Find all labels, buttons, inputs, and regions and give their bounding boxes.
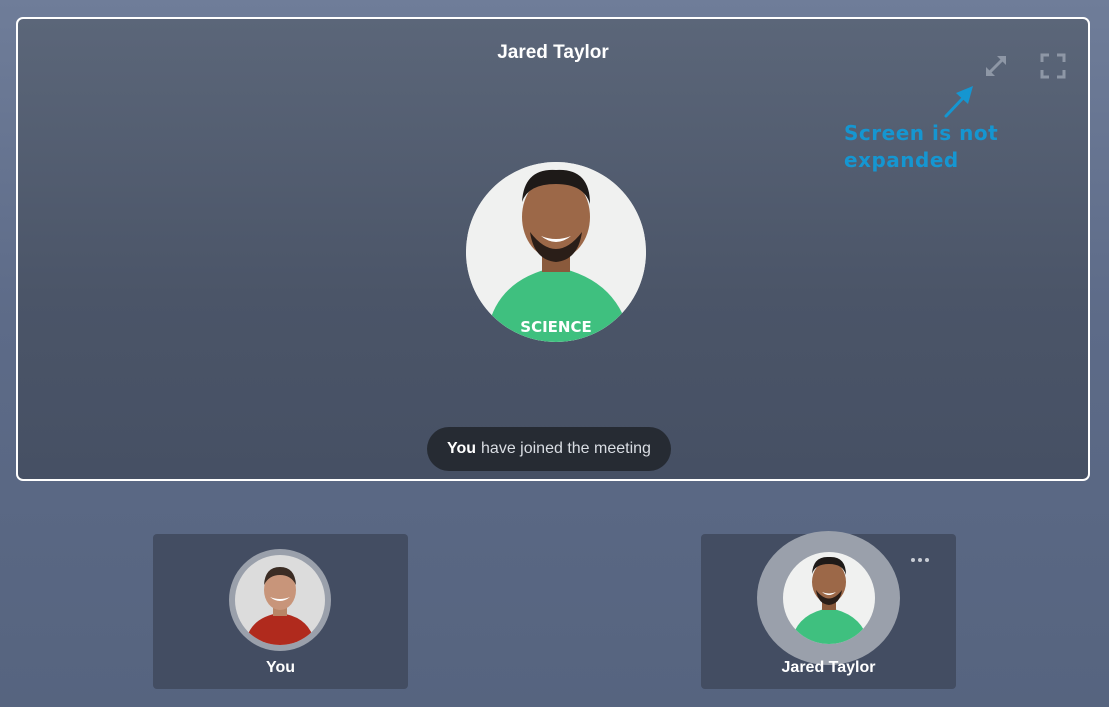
participant-tile-you[interactable]: You [153,534,408,689]
annotation-arrow-icon [944,86,973,118]
avatar-ring [229,549,331,651]
fullscreen-corners-icon [1040,53,1066,79]
avatar-photo: SCIENCE [466,162,646,342]
avatar-ring [757,531,900,665]
annotation-text: Screen is not expanded [844,121,999,172]
participant-more-button[interactable] [911,558,929,562]
more-dots-icon [925,558,929,562]
toast-text: have joined the meeting [481,440,651,457]
expand-button[interactable] [982,52,1010,80]
participant-tile-jared[interactable]: Jared Taylor [701,531,956,689]
tile-participant-name: You [265,659,296,676]
toast-bold: You [447,440,477,457]
main-video-stage: Jared Taylor Screen is not expanded SCIE… [16,17,1090,481]
tile-participant-name: Jared Taylor [781,659,876,676]
more-dots-icon [911,558,915,562]
more-dots-icon [918,558,922,562]
main-avatar: SCIENCE [466,162,646,342]
avatar-shirt-text: SCIENCE [520,318,591,336]
fullscreen-button[interactable] [1039,52,1067,80]
expand-arrows-icon [986,56,1006,76]
avatar [782,552,875,644]
meeting-join-toast: You have joined the meeting [427,427,671,471]
stage-participant-name: Jared Taylor [497,42,609,63]
avatar [235,555,325,645]
